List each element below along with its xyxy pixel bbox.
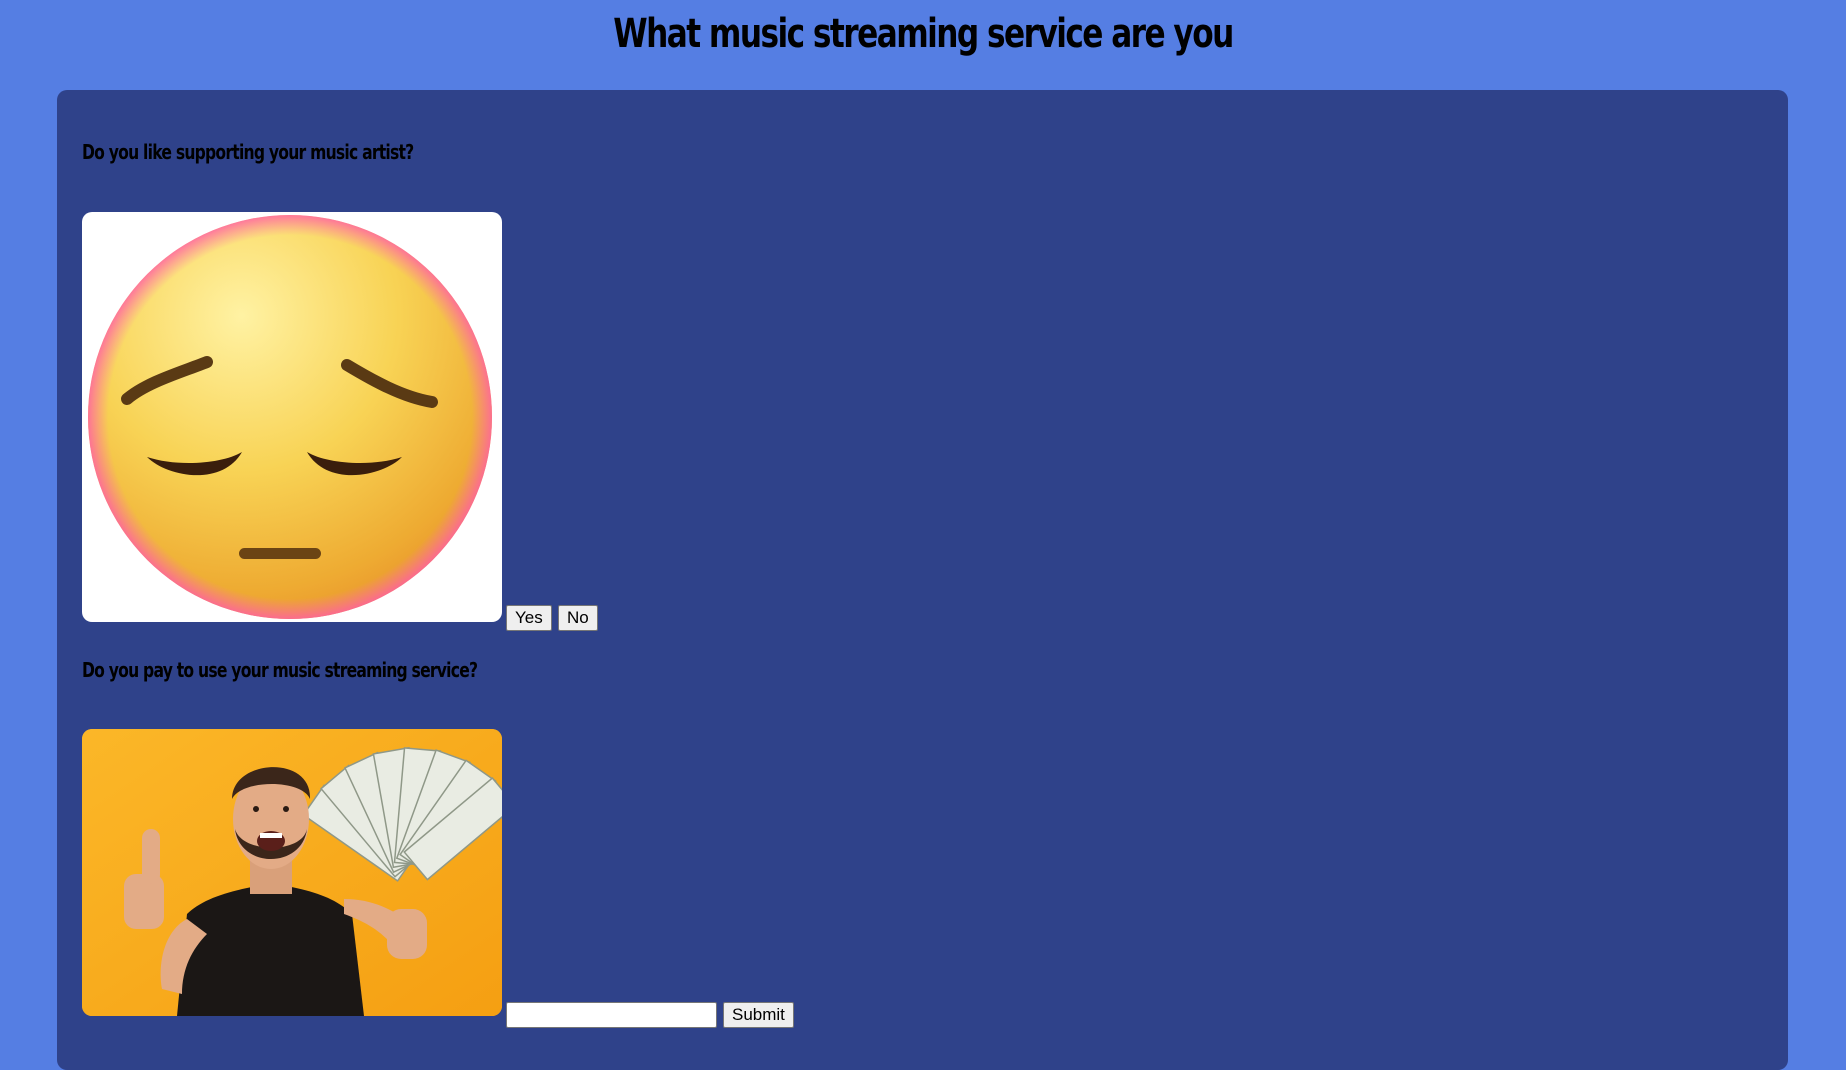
man-holding-cash-image: [82, 729, 502, 1016]
yes-button[interactable]: Yes: [506, 605, 552, 631]
answer-input[interactable]: [506, 1002, 717, 1028]
question-2-text: Do you pay to use your music streaming s…: [82, 658, 478, 682]
pensive-face-emoji-image: [82, 212, 502, 622]
no-button[interactable]: No: [558, 605, 598, 631]
quiz-panel: Do you like supporting your music artist…: [57, 90, 1788, 1070]
submit-button[interactable]: Submit: [723, 1002, 794, 1028]
question-1-text: Do you like supporting your music artist…: [82, 140, 414, 164]
pensive-face-icon: [88, 215, 492, 619]
page-title: What music streaming service are you: [613, 11, 1234, 57]
man-holding-cash-icon: [82, 729, 502, 1016]
